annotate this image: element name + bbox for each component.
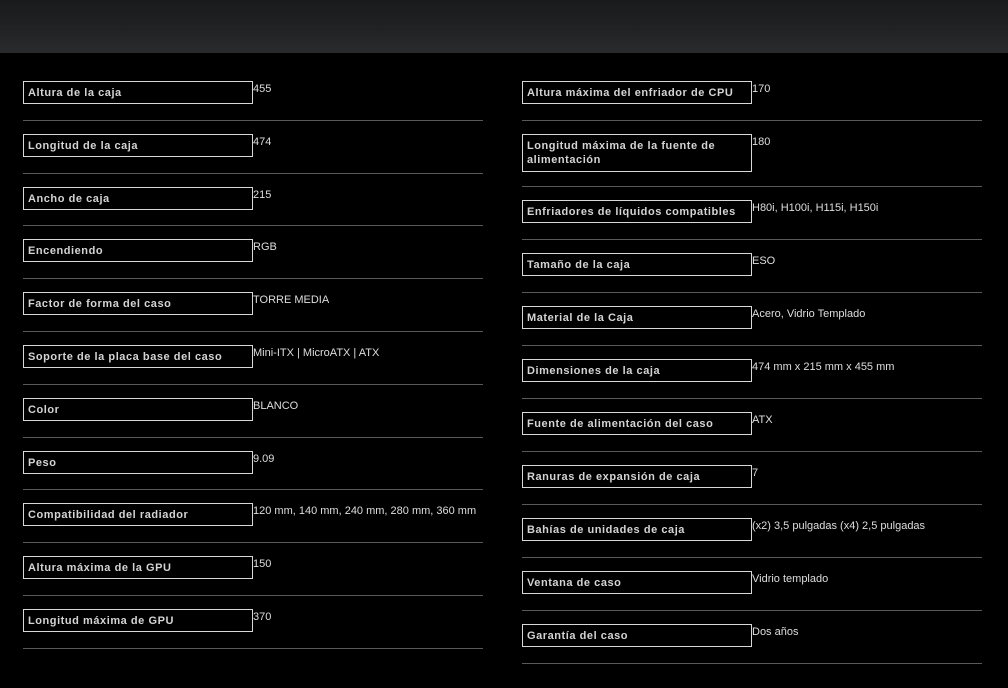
spec-value: ATX (752, 414, 773, 426)
spec-label: Garantía del caso (522, 624, 752, 647)
spec-row: Encendiendo RGB (23, 226, 483, 280)
spec-label: Ranuras de expansión de caja (522, 465, 752, 488)
spec-label: Soporte de la placa base del caso (23, 344, 253, 368)
spec-value: 370 (253, 610, 272, 623)
spec-row: Color BLANCO (23, 385, 483, 438)
spec-row: Bahías de unidades de caja (x2) 3,5 pulg… (522, 505, 982, 558)
spec-label: Ancho de caja (23, 186, 253, 210)
spec-row: Longitud de la caja 474 (23, 121, 483, 174)
spec-value: Vidrio templado (752, 573, 829, 585)
spec-value: H80i, H100i, H115i, H150i (752, 202, 879, 214)
spec-row: Factor de forma del caso TORRE MEDIA (23, 279, 483, 332)
spec-row: Tamaño de la caja ESO (522, 240, 982, 293)
spec-label: Altura máxima de la GPU (23, 556, 253, 580)
spec-row: Compatibilidad del radiador 120 mm, 140 … (23, 490, 483, 544)
specs-column-right: Altura máxima del enfriador de CPU 170 L… (522, 68, 982, 664)
spec-label: Encendiendo (23, 239, 253, 263)
spec-label: Bahías de unidades de caja (522, 518, 752, 541)
spec-row: Ranuras de expansión de caja 7 (522, 452, 982, 505)
spec-row: Peso 9.09 (23, 438, 483, 491)
spec-value: 474 mm x 215 mm x 455 mm (752, 361, 895, 373)
spec-value: TORRE MEDIA (253, 294, 330, 307)
spec-value: RGB (253, 241, 277, 254)
spec-value: 7 (752, 467, 759, 479)
spec-row: Longitud máxima de GPU 370 (23, 596, 483, 649)
spec-row: Altura de la caja 455 (23, 68, 483, 121)
spec-label: Dimensiones de la caja (522, 359, 752, 382)
spec-value: Mini-ITX | MicroATX | ATX (253, 346, 380, 359)
spec-label: Altura de la caja (23, 81, 253, 104)
spec-value: BLANCO (253, 399, 299, 412)
spec-label: Factor de forma del caso (23, 292, 253, 316)
spec-value: 9.09 (253, 452, 275, 465)
spec-value: ESO (752, 255, 776, 267)
top-banner (0, 0, 1008, 53)
spec-row: Altura máxima de la GPU 150 (23, 543, 483, 596)
spec-label: Longitud de la caja (23, 133, 253, 157)
spec-value: 150 (253, 558, 272, 571)
spec-row: Soporte de la placa base del caso Mini-I… (23, 332, 483, 385)
spec-label: Peso (23, 450, 253, 474)
spec-row: Ventana de caso Vidrio templado (522, 558, 982, 611)
spec-row: Garantía del caso Dos años (522, 611, 982, 664)
spec-row: Longitud máxima de la fuente de alimenta… (522, 121, 982, 187)
spec-label: Longitud máxima de la fuente de alimenta… (522, 134, 752, 172)
spec-value: 215 (253, 188, 272, 201)
spec-label: Longitud máxima de GPU (23, 608, 253, 632)
spec-row: Ancho de caja 215 (23, 174, 483, 227)
spec-label: Fuente de alimentación del caso (522, 412, 752, 435)
spec-value: Acero, Vidrio Templado (752, 308, 866, 320)
spec-row: Fuente de alimentación del caso ATX (522, 399, 982, 452)
spec-value: 120 mm, 140 mm, 240 mm, 280 mm, 360 mm (253, 505, 477, 518)
spec-value: 170 (752, 83, 771, 95)
spec-value: 474 (253, 135, 272, 148)
spec-label: Tamaño de la caja (522, 253, 752, 276)
spec-label: Color (23, 397, 253, 421)
spec-value: 455 (253, 83, 272, 95)
spec-value: (x2) 3,5 pulgadas (x4) 2,5 pulgadas (752, 520, 926, 532)
spec-row: Material de la Caja Acero, Vidrio Templa… (522, 293, 982, 346)
spec-label: Enfriadores de líquidos compatibles (522, 200, 752, 223)
specs-column-left: Altura de la caja 455 Longitud de la caj… (23, 68, 483, 649)
spec-row: Enfriadores de líquidos compatibles H80i… (522, 187, 982, 240)
spec-value: 180 (752, 136, 771, 148)
spec-label: Altura máxima del enfriador de CPU (522, 81, 752, 104)
spec-value: Dos años (752, 626, 799, 638)
spec-label: Material de la Caja (522, 306, 752, 329)
spec-row: Altura máxima del enfriador de CPU 170 (522, 68, 982, 121)
spec-row: Dimensiones de la caja 474 mm x 215 mm x… (522, 346, 982, 399)
spec-label: Ventana de caso (522, 571, 752, 594)
spec-label: Compatibilidad del radiador (23, 503, 253, 527)
